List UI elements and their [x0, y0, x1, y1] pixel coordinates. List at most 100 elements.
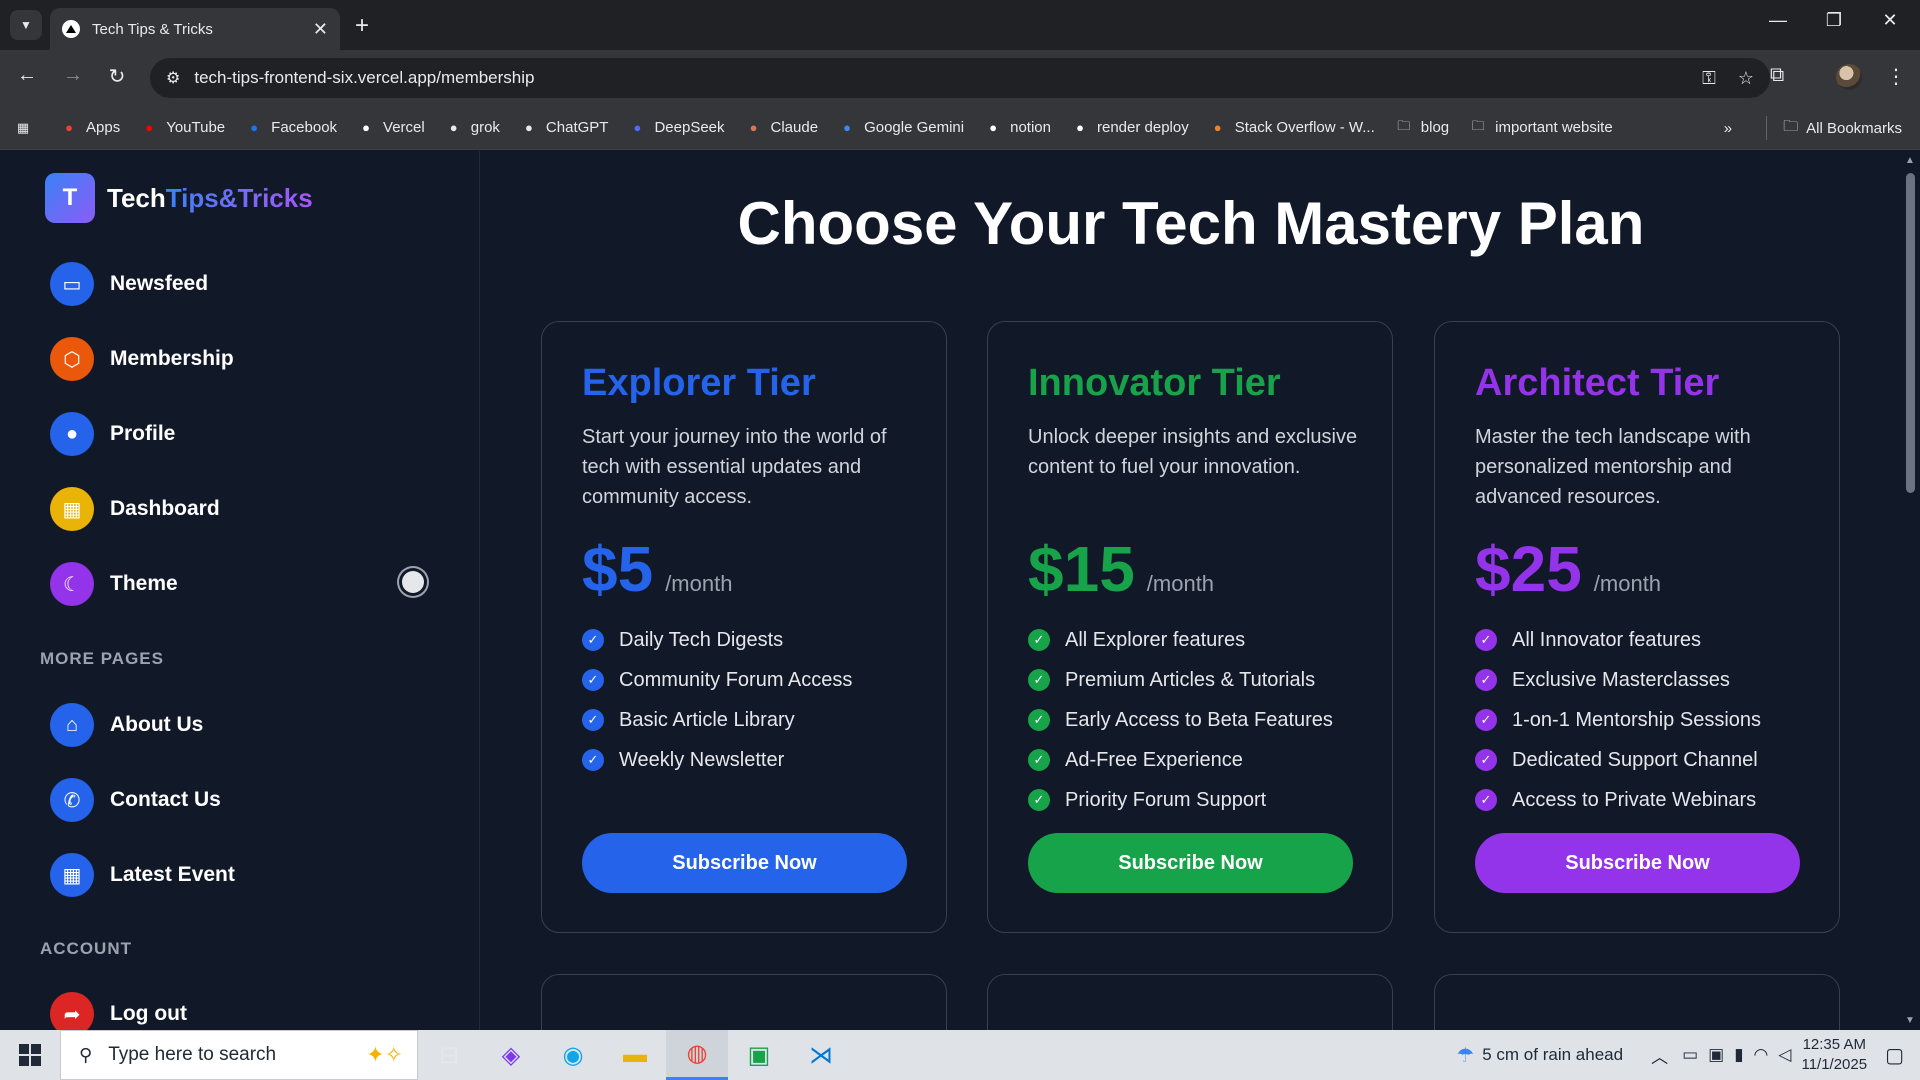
weather-text[interactable]: 5 cm of rain ahead — [1482, 1045, 1623, 1065]
password-key-icon[interactable]: ⚿ — [1702, 68, 1716, 89]
minimize-button[interactable]: — — [1758, 10, 1798, 31]
theme-toggle-sun-icon[interactable] — [402, 571, 424, 593]
gemini-icon: ● — [843, 120, 851, 135]
vscode-icon[interactable]: ⋊ — [790, 1030, 852, 1080]
chatgpt-icon: ● — [524, 120, 533, 135]
chrome-icon[interactable]: ◍ — [666, 1030, 728, 1080]
bookmark-item[interactable]: 🗀 important website — [1469, 118, 1613, 137]
check-circle-icon: ✓ — [1475, 709, 1497, 731]
sidebar-item-about-us[interactable]: ⌂ About Us — [50, 702, 203, 748]
tab-title: Tech Tips & Tricks — [92, 20, 213, 38]
taskbar-search-box[interactable]: ⚲ Type here to search ✦✧ — [60, 1030, 418, 1080]
sidebar-item-label: Membership — [110, 347, 234, 370]
more-bookmarks-icon[interactable]: » — [1724, 120, 1732, 137]
scroll-down-icon[interactable]: ▼ — [1905, 1015, 1915, 1026]
bookmark-item[interactable]: ● ChatGPT — [520, 119, 608, 137]
battery-icon[interactable]: ▮ — [1734, 1045, 1743, 1065]
brand-logo[interactable]: T Tech Tips&Tricks — [45, 173, 313, 223]
sidebar-item-newsfeed[interactable]: ▭ Newsfeed — [50, 261, 208, 307]
home-hand-icon: ⌂ — [50, 703, 94, 747]
sidebar-item-theme[interactable]: ☾ Theme — [50, 561, 178, 607]
bookmark-star-icon[interactable]: ☆ — [1738, 68, 1754, 89]
weather-icon[interactable]: ☂ — [1456, 1043, 1474, 1068]
check-circle-icon: ✓ — [1475, 789, 1497, 811]
menu-kebab-icon[interactable]: ⋮ — [1886, 64, 1906, 89]
all-bookmarks-link[interactable]: All Bookmarks — [1806, 120, 1902, 137]
image-viewer-icon[interactable]: ▣ — [728, 1030, 790, 1080]
meet-icon[interactable]: ▭ — [1682, 1045, 1698, 1065]
sidebar-item-latest-event[interactable]: ▦ Latest Event — [50, 852, 235, 898]
chevron-up-icon[interactable]: ︿ — [1651, 1043, 1668, 1068]
sidebar-item-label: Newsfeed — [110, 272, 209, 295]
bookmark-item[interactable]: ● Facebook — [245, 119, 337, 137]
active-tab[interactable]: Tech Tips & Tricks ✕ — [50, 8, 340, 50]
bookmark-item[interactable]: ● grok — [445, 119, 500, 137]
bookmark-item[interactable]: 🗀 blog — [1395, 118, 1449, 137]
pricing-card-partial — [987, 974, 1393, 1030]
bookmark-item[interactable]: ● Vercel — [357, 119, 425, 137]
file-explorer-icon[interactable]: ▬ — [604, 1030, 666, 1080]
sidebar-item-membership[interactable]: ⬡ Membership — [50, 336, 234, 382]
close-tab-icon[interactable]: ✕ — [313, 19, 328, 40]
restore-button[interactable]: ❐ — [1814, 10, 1854, 31]
bookmark-item[interactable]: ● notion — [984, 119, 1051, 137]
youtube-icon: ● — [145, 120, 154, 135]
bookmark-item[interactable]: ● Claude — [745, 119, 818, 137]
display-icon[interactable]: ▣ — [1708, 1045, 1724, 1065]
volume-icon[interactable]: ◁ — [1778, 1045, 1791, 1065]
notifications-icon[interactable]: ▢ — [1885, 1043, 1904, 1068]
sidebar-item-label: About Us — [110, 713, 204, 736]
browser-tab-strip: ▼ Tech Tips & Tricks ✕ + — ❐ ✕ — [0, 0, 1920, 50]
bookmark-item[interactable]: ● DeepSeek — [628, 119, 725, 137]
feature-label: All Explorer features — [1065, 628, 1246, 651]
feature-label: Community Forum Access — [619, 668, 853, 691]
feature-list: ✓ All Explorer features ✓ Premium Articles … — [1028, 620, 1333, 820]
close-window-button[interactable]: ✕ — [1870, 10, 1910, 31]
system-tray: ☂ 5 cm of rain ahead ︿ ▭ ▣ ▮ ◠ ◁ 12:35 A… — [1456, 1030, 1920, 1080]
task-view-icon[interactable]: ⊟ — [418, 1030, 480, 1080]
bookmark-item[interactable]: ● Apps — [60, 119, 120, 137]
url-text[interactable]: tech-tips-frontend-six.vercel.app/member… — [194, 68, 1680, 88]
page-scrollbar[interactable]: ▲ ▼ — [1901, 151, 1920, 1030]
bookmark-item[interactable]: ● Google Gemini — [838, 119, 964, 137]
subscribe-button[interactable]: Subscribe Now — [1028, 833, 1353, 893]
facebook-icon: ● — [250, 120, 259, 135]
sidebar-item-logout[interactable]: ➦ Log out — [50, 991, 187, 1030]
tier-price: $25/month — [1475, 532, 1661, 606]
bookmarks-bar: ▦ ● Apps ● YouTube ● Facebook ● Vercel ● grok ● Cha… — [0, 106, 1920, 150]
site-info-icon[interactable]: ⚙ — [166, 68, 180, 88]
wifi-icon[interactable]: ◠ — [1754, 1045, 1769, 1065]
bookmark-label: Facebook — [271, 119, 338, 136]
forward-button[interactable]: → — [58, 64, 88, 87]
new-tab-button[interactable]: + — [355, 12, 369, 40]
apps-launcher-icon[interactable]: ▦ — [14, 119, 40, 137]
web-page: T Tech Tips&Tricks ▭ Newsfeed ⬡ Membership ●… — [0, 151, 1920, 1030]
address-bar[interactable]: ⚙ tech-tips-frontend-six.vercel.app/memb… — [150, 58, 1770, 98]
back-button[interactable]: ← — [12, 64, 42, 87]
sidebar-item-contact-us[interactable]: ✆ Contact Us — [50, 777, 221, 823]
clock[interactable]: 12:35 AM 11/1/2025 — [1801, 1035, 1867, 1075]
edge-icon[interactable]: ◉ — [542, 1030, 604, 1080]
tier-name: Architect Tier — [1475, 362, 1720, 404]
phone-icon: ✆ — [50, 778, 94, 822]
sidebar-item-profile[interactable]: ● Profile — [50, 411, 175, 457]
reload-button[interactable]: ↻ — [102, 64, 132, 89]
feature-label: Dedicated Support Channel — [1512, 748, 1758, 771]
subscribe-button[interactable]: Subscribe Now — [582, 833, 907, 893]
sidebar-item-dashboard[interactable]: ▦ Dashboard — [50, 486, 220, 532]
windows-start-icon[interactable] — [0, 1030, 60, 1080]
tab-search-button[interactable]: ▼ — [10, 10, 42, 40]
profile-avatar[interactable] — [1836, 64, 1862, 90]
extensions-icon[interactable]: ⧉ — [1770, 64, 1784, 87]
feature-label: Priority Forum Support — [1065, 788, 1267, 811]
logout-icon: ➦ — [50, 992, 94, 1030]
bookmark-item[interactable]: ● Stack Overflow - W... — [1209, 119, 1375, 137]
bookmark-item[interactable]: ● YouTube — [140, 119, 225, 137]
scrollbar-thumb[interactable] — [1906, 173, 1915, 493]
user-circle-icon: ● — [50, 412, 94, 456]
scroll-up-icon[interactable]: ▲ — [1905, 155, 1915, 166]
copilot-icon[interactable]: ◈ — [480, 1030, 542, 1080]
subscribe-button[interactable]: Subscribe Now — [1475, 833, 1800, 893]
bookmark-item[interactable]: ● render deploy — [1071, 119, 1189, 137]
render-icon: ● — [1076, 120, 1084, 135]
